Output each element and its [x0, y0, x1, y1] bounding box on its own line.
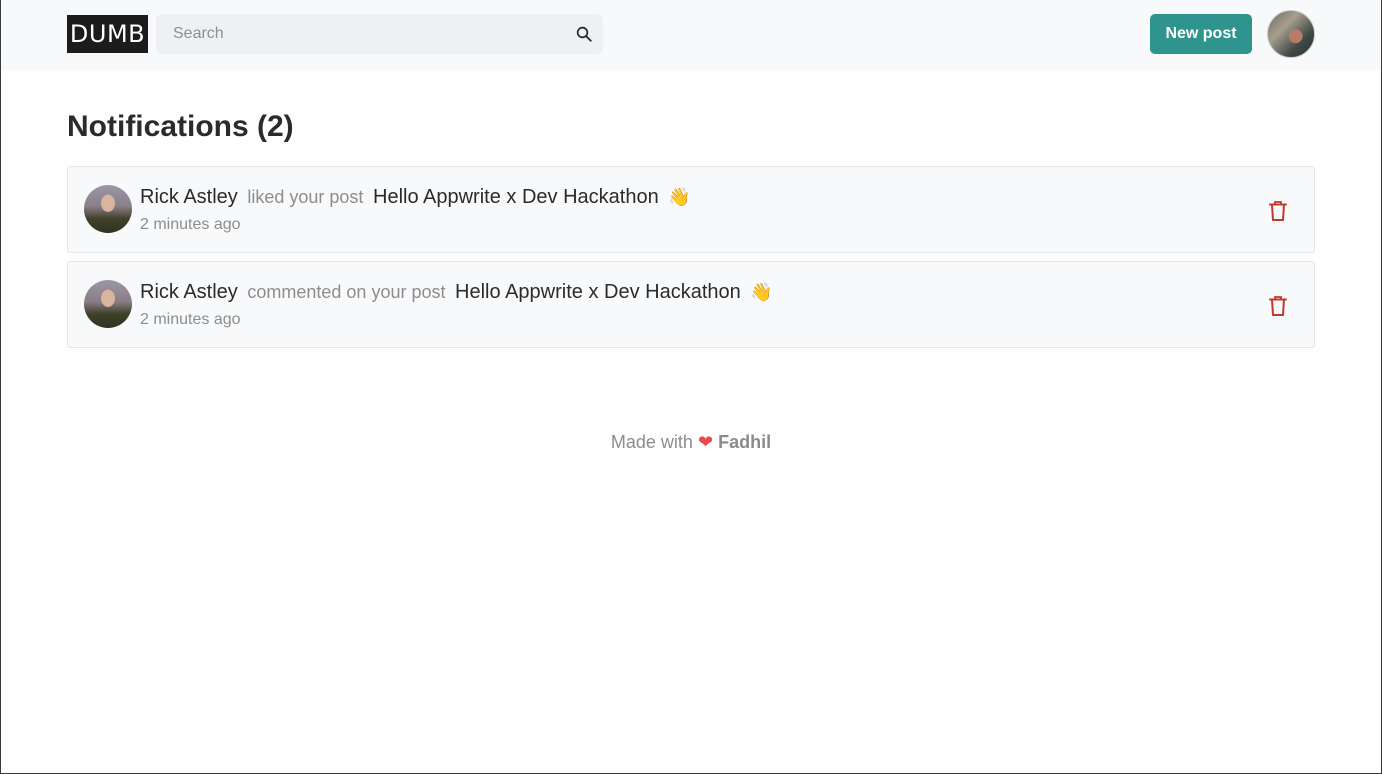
notification-time: 2 minutes ago [140, 216, 241, 233]
trash-icon[interactable] [1268, 200, 1288, 222]
footer: Made with ❤ Fadhil [0, 432, 1382, 453]
search-icon[interactable] [575, 25, 593, 43]
user-avatar[interactable] [1267, 10, 1315, 58]
notification-avatar[interactable] [84, 280, 132, 328]
new-post-button[interactable]: New post [1150, 14, 1252, 54]
heart-icon: ❤ [697, 432, 714, 452]
notification-text: Rick Astley commented on your post Hello… [140, 281, 773, 304]
notification-item: Rick Astley commented on your post Hello… [67, 261, 1315, 348]
top-navbar: DUMB New post [1, 0, 1381, 70]
wave-emoji: 👋 [668, 187, 691, 207]
notification-avatar[interactable] [84, 185, 132, 233]
wave-emoji: 👋 [750, 282, 773, 302]
notification-post-title[interactable]: Hello Appwrite x Dev Hackathon [373, 186, 659, 208]
search-box [156, 14, 603, 54]
trash-icon[interactable] [1268, 295, 1288, 317]
notification-item: Rick Astley liked your post Hello Appwri… [67, 166, 1315, 253]
footer-prefix: Made with [610, 432, 693, 452]
search-input[interactable] [156, 14, 556, 54]
notification-action: liked your post [247, 187, 364, 207]
notification-user[interactable]: Rick Astley [140, 186, 238, 208]
logo[interactable]: DUMB [67, 15, 148, 53]
page-title: Notifications (2) [67, 110, 294, 143]
notification-user[interactable]: Rick Astley [140, 281, 238, 303]
notification-post-title[interactable]: Hello Appwrite x Dev Hackathon [455, 281, 741, 303]
notification-text: Rick Astley liked your post Hello Appwri… [140, 186, 691, 209]
notification-time: 2 minutes ago [140, 311, 241, 328]
notification-action: commented on your post [247, 282, 446, 302]
footer-author-link[interactable]: Fadhil [718, 432, 771, 452]
